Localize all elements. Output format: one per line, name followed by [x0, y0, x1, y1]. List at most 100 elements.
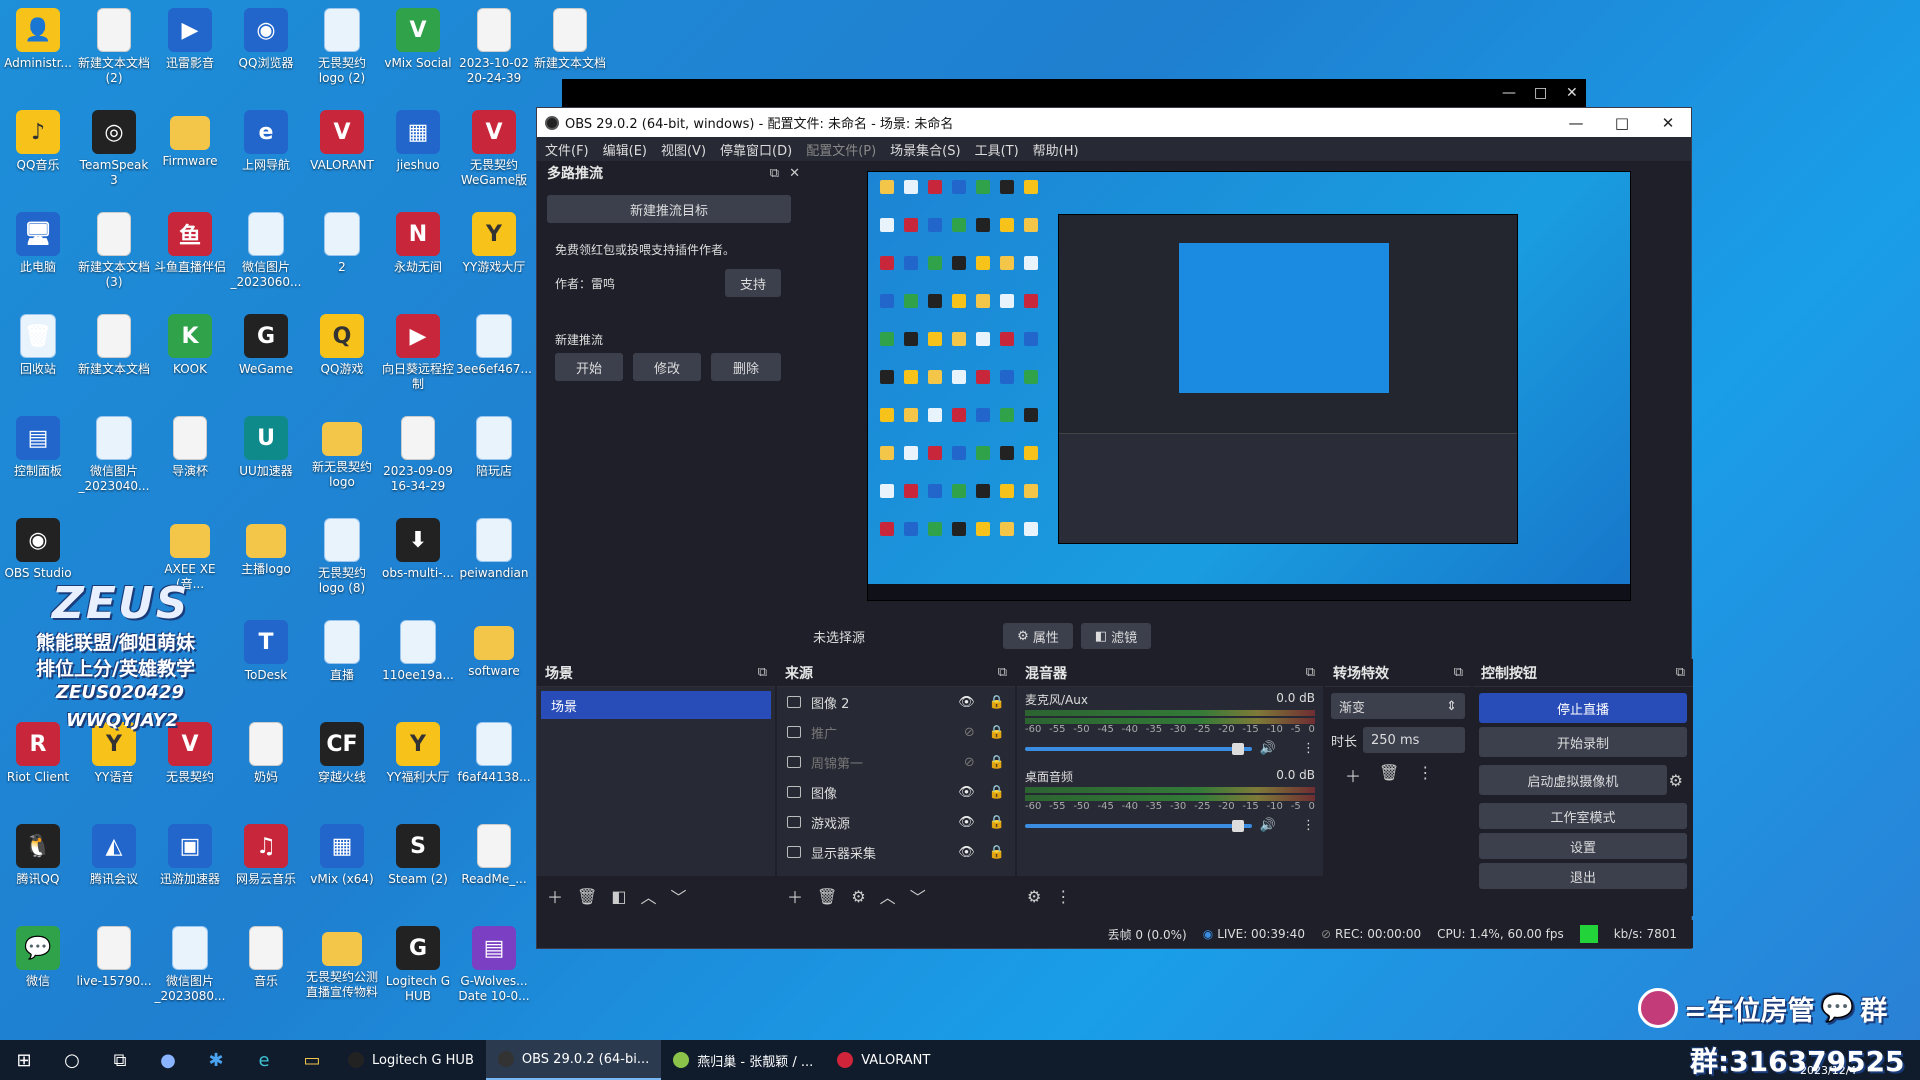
- desktop-icon[interactable]: ▶ 迅雷影音: [152, 2, 228, 98]
- desktop-icon[interactable]: 直播: [304, 614, 380, 710]
- close-icon[interactable]: ✕: [1645, 114, 1691, 132]
- menu-item[interactable]: 视图(V): [661, 140, 706, 159]
- trash-icon[interactable]: 🗑: [577, 887, 597, 906]
- add-icon[interactable]: ＋: [1345, 763, 1361, 787]
- slider-knob[interactable]: [1231, 742, 1244, 755]
- file-explorer-icon[interactable]: ▭: [288, 1040, 336, 1080]
- desktop-icon[interactable]: 微信图片 _2023060...: [228, 206, 304, 302]
- desktop-icon[interactable]: N 永劫无间: [380, 206, 456, 302]
- desktop-icon[interactable]: VvMix Social: [380, 2, 456, 98]
- desktop-icon[interactable]: ▣ 迅游加速器: [152, 818, 228, 914]
- down-arrow-icon[interactable]: ﹀: [910, 884, 926, 908]
- trash-icon[interactable]: 🗑: [1379, 763, 1399, 787]
- exit-button[interactable]: 退出: [1479, 863, 1687, 889]
- close-icon[interactable]: ✕: [1566, 85, 1578, 101]
- desktop-icon[interactable]: ▦ vMix (x64): [304, 818, 380, 914]
- undock-icon[interactable]: ⧉: [998, 665, 1007, 680]
- more-menu-icon[interactable]: ⋮: [1055, 887, 1071, 906]
- desktop-icon[interactable]: e 上网导航: [228, 104, 304, 200]
- desktop-icon[interactable]: software: [456, 614, 532, 710]
- desktop-icon[interactable]: 🖥 此电脑: [0, 206, 76, 302]
- properties-button[interactable]: ⚙ 属性: [1003, 623, 1073, 649]
- desktop-icon[interactable]: 无畏契约 logo (2): [304, 2, 380, 98]
- desktop-icon[interactable]: CF 穿越火线: [304, 716, 380, 812]
- desktop-icon[interactable]: 110ee19a...: [380, 614, 456, 710]
- desktop-icon[interactable]: ♪ QQ音乐: [0, 104, 76, 200]
- task-view-icon[interactable]: ⧉: [96, 1040, 144, 1080]
- transition-select[interactable]: 渐变 ⇕: [1331, 693, 1465, 719]
- stream-preview[interactable]: [867, 171, 1631, 601]
- up-arrow-icon[interactable]: ︿: [880, 884, 896, 908]
- undock-icon[interactable]: ⧉: [1676, 665, 1685, 680]
- desktop-icon[interactable]: U UU加速器: [228, 410, 304, 506]
- virtual-camera-button[interactable]: 启动虚拟摄像机: [1479, 765, 1667, 795]
- start-record-button[interactable]: 开始录制: [1479, 727, 1687, 757]
- eye-icon[interactable]: 👁: [958, 785, 975, 800]
- desktop-icon[interactable]: 🗑 回收站: [0, 308, 76, 404]
- desktop-icon[interactable]: 微信图片 _2023080...: [152, 920, 228, 1016]
- desktop-icon[interactable]: 音乐: [228, 920, 304, 1016]
- desktop-icon[interactable]: V 无畏契约 WeGame版: [456, 104, 532, 200]
- desktop-icon[interactable]: K KOOK: [152, 308, 228, 404]
- eye-hidden-icon[interactable]: ⊘: [964, 725, 975, 740]
- menu-item[interactable]: 文件(F): [545, 140, 589, 159]
- maximize-icon[interactable]: □: [1534, 85, 1547, 101]
- gear-icon[interactable]: ⚙: [851, 887, 865, 906]
- taskbar-app[interactable]: Logitech G HUB: [336, 1040, 486, 1080]
- support-button[interactable]: 支持: [725, 269, 781, 297]
- undock-icon[interactable]: ⧉: [758, 665, 767, 680]
- trash-icon[interactable]: 🗑: [817, 887, 837, 906]
- desktop-icon[interactable]: Q QQ游戏: [304, 308, 380, 404]
- source-item[interactable]: 图像 👁 🔒: [777, 777, 1015, 807]
- desktop-icon[interactable]: 🐧 腾讯QQ: [0, 818, 76, 914]
- desktop-icon[interactable]: ◉ QQ浏览器: [228, 2, 304, 98]
- more-menu-icon[interactable]: ⋮: [1417, 763, 1433, 787]
- settings-button[interactable]: 设置: [1479, 833, 1687, 859]
- desktop-icon[interactable]: 微信图片 _2023040...: [76, 410, 152, 506]
- menu-item[interactable]: 配置文件(P): [806, 140, 876, 159]
- desktop-icon[interactable]: S Steam (2): [380, 818, 456, 914]
- desktop-icon[interactable]: 2023-09-09 16-34-29: [380, 410, 456, 506]
- slider-knob[interactable]: [1231, 819, 1244, 832]
- lock-icon[interactable]: 🔒: [989, 815, 1005, 830]
- start-stream-button[interactable]: 开始: [555, 353, 623, 381]
- desktop-icon[interactable]: ◭ 腾讯会议: [76, 818, 152, 914]
- lock-icon[interactable]: 🔒: [989, 755, 1005, 770]
- filter-icon[interactable]: ◧: [611, 887, 626, 906]
- lock-icon[interactable]: 🔒: [989, 725, 1005, 740]
- desktop-icon[interactable]: G WeGame: [228, 308, 304, 404]
- down-arrow-icon[interactable]: ﹀: [670, 884, 686, 908]
- menu-item[interactable]: 帮助(H): [1033, 140, 1079, 159]
- gear-icon[interactable]: ⚙: [1027, 887, 1041, 906]
- more-menu-icon[interactable]: ⋮: [1302, 741, 1315, 756]
- source-item[interactable]: 推广 ⊘ 🔒: [777, 717, 1015, 747]
- desktop-icon[interactable]: ♫ 网易云音乐: [228, 818, 304, 914]
- source-item[interactable]: 图像 2 👁 🔒: [777, 687, 1015, 717]
- desktop-icon[interactable]: 新建文本文档: [76, 308, 152, 404]
- lock-icon[interactable]: 🔒: [989, 785, 1005, 800]
- menu-item[interactable]: 场景集合(S): [890, 140, 960, 159]
- desktop-icon[interactable]: 新无畏契约 logo: [304, 410, 380, 506]
- desktop-icon[interactable]: V VALORANT: [304, 104, 380, 200]
- source-item[interactable]: 游戏源 👁 🔒: [777, 807, 1015, 837]
- taskbar-app[interactable]: 燕归巢 - 张靓颖 / ...: [661, 1040, 825, 1080]
- desktop-icon[interactable]: ▤ 控制面板: [0, 410, 76, 506]
- desktop-icon[interactable]: 💬 微信: [0, 920, 76, 1016]
- desktop-icon[interactable]: G Logitech G HUB: [380, 920, 456, 1016]
- gear-icon[interactable]: ⚙: [1669, 771, 1683, 790]
- desktop-icon[interactable]: live-15790...: [76, 920, 152, 1016]
- duration-input[interactable]: 250 ms: [1363, 727, 1465, 753]
- desktop-icon[interactable]: ReadMe_...: [456, 818, 532, 914]
- lock-icon[interactable]: 🔒: [989, 695, 1005, 710]
- desktop-icon[interactable]: f6af44138...: [456, 716, 532, 812]
- desktop-icon[interactable]: 鱼斗鱼直播伴侣: [152, 206, 228, 302]
- desktop-icon[interactable]: Y YY游戏大厅: [456, 206, 532, 302]
- desktop-icon[interactable]: peiwandian: [456, 512, 532, 608]
- speaker-icon[interactable]: 🔊: [1260, 818, 1276, 833]
- volume-slider[interactable]: [1025, 819, 1252, 832]
- add-icon[interactable]: ＋: [547, 884, 563, 908]
- desktop-icon[interactable]: R Riot Client: [0, 716, 76, 812]
- source-item[interactable]: 显示器采集 👁 🔒: [777, 837, 1015, 867]
- desktop-icon[interactable]: Y YY福利大厅: [380, 716, 456, 812]
- desktop-icon[interactable]: ◎ TeamSpeak 3: [76, 104, 152, 200]
